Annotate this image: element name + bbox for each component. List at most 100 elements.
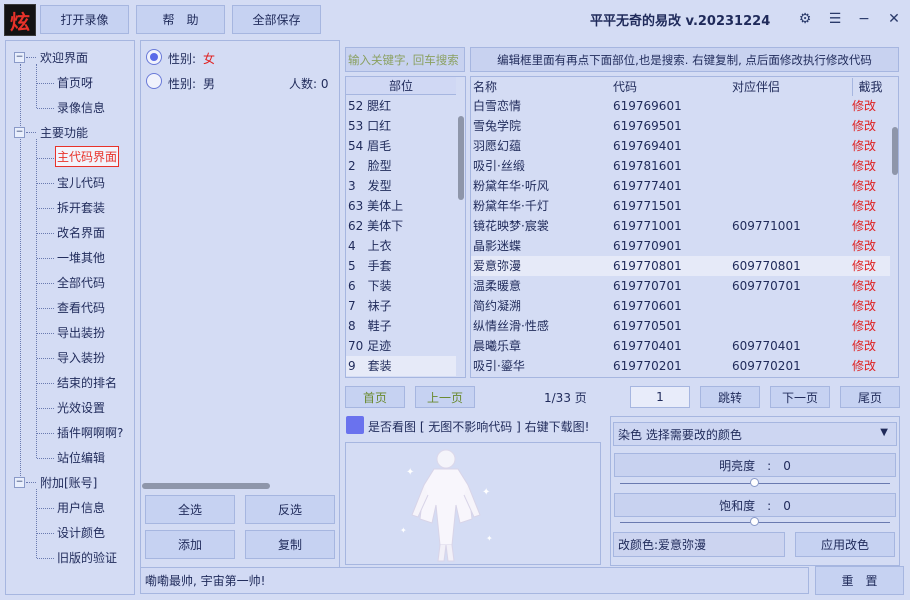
cell-action-modify[interactable]: 修改: [852, 356, 876, 376]
tree-line-g2: [36, 139, 37, 458]
cell-action-modify[interactable]: 修改: [852, 96, 876, 116]
tree-group-extra[interactable]: 附加[账号]: [40, 474, 97, 491]
parts-list-item[interactable]: 9 套装: [346, 356, 456, 376]
next-page-button[interactable]: 下一页: [770, 386, 830, 408]
tree-item-all-code[interactable]: 全部代码: [57, 274, 105, 291]
tree-item-light-effect[interactable]: 光效设置: [57, 399, 105, 416]
tree-item-user-info[interactable]: 用户信息: [57, 499, 105, 516]
settings-icon[interactable]: ⚙: [795, 8, 815, 30]
show-image-checkbox[interactable]: [346, 416, 364, 434]
tree-item-import[interactable]: 导入装扮: [57, 349, 105, 366]
tree-item-main-code[interactable]: 主代码界面: [55, 146, 120, 167]
parts-list-item[interactable]: 6 下装: [346, 276, 456, 296]
prev-page-button[interactable]: 上一页: [415, 386, 475, 408]
cell-name: 晶影迷蝶: [473, 239, 522, 253]
table-scrollbar[interactable]: [892, 127, 898, 175]
search-input[interactable]: 输入关键字, 回车搜索: [345, 47, 465, 72]
cell-name: 纵情丝滑·性感: [473, 319, 549, 333]
tree-toggle-welcome[interactable]: −: [14, 52, 25, 63]
outfit-preview-image[interactable]: ✦ ✦ ✦ ✦: [386, 445, 506, 563]
tree-item-position-edit[interactable]: 站位编辑: [57, 449, 105, 466]
cell-partner: 609770201: [732, 359, 801, 373]
cell-code: 619769601: [613, 99, 682, 113]
parts-list-item[interactable]: 8 鞋子: [346, 316, 456, 336]
tree-item-ranking[interactable]: 结束的排名: [57, 374, 117, 391]
parts-list-item[interactable]: 52 腮红: [346, 96, 456, 116]
parts-list-item[interactable]: 63 美体上: [346, 196, 456, 216]
parts-list-item[interactable]: 54 眉毛: [346, 136, 456, 156]
tree-item-home[interactable]: 首页呀: [57, 74, 93, 91]
page-input[interactable]: 1: [630, 386, 690, 408]
search-hint: 编辑框里面有再点下面部位,也是搜索. 右键复制, 点后面修改执行修改代码: [470, 47, 899, 72]
parts-list-item[interactable]: 62 美体下: [346, 216, 456, 236]
brightness-slider-knob[interactable]: [750, 478, 759, 487]
open-record-button[interactable]: 打开录像: [40, 5, 129, 34]
parts-list-item[interactable]: 3 发型: [346, 176, 456, 196]
cell-name: 爱意弥漫: [473, 259, 522, 273]
menu-icon[interactable]: ☰: [825, 8, 845, 30]
tree-connector: [37, 533, 54, 534]
jump-button[interactable]: 跳转: [700, 386, 760, 408]
select-all-button[interactable]: 全选: [145, 495, 235, 524]
tree-item-legacy-verify[interactable]: 旧版的验证: [57, 549, 117, 566]
add-button[interactable]: 添加: [145, 530, 235, 559]
apply-color-button[interactable]: 应用改色: [795, 532, 895, 557]
cell-action-modify[interactable]: 修改: [852, 136, 876, 156]
gender-male-radio[interactable]: [146, 73, 162, 89]
tree-line-g3: [36, 489, 37, 558]
tree-item-design-color[interactable]: 设计颜色: [57, 524, 105, 541]
help-button[interactable]: 帮 助: [136, 5, 225, 34]
cell-action-modify[interactable]: 修改: [852, 216, 876, 236]
svg-text:✦: ✦: [400, 526, 407, 535]
first-page-button[interactable]: 首页: [345, 386, 405, 408]
svg-text:✦: ✦: [406, 467, 414, 478]
cell-action-modify[interactable]: 修改: [852, 176, 876, 196]
reset-button[interactable]: 重 置: [815, 566, 904, 595]
parts-list-item[interactable]: 7 袜子: [346, 296, 456, 316]
preview-image-panel: ✦ ✦ ✦ ✦: [345, 442, 601, 565]
cell-action-modify[interactable]: 修改: [852, 336, 876, 356]
tree-item-export[interactable]: 导出装扮: [57, 324, 105, 341]
close-icon[interactable]: ✕: [884, 8, 904, 30]
character-hscrollbar[interactable]: [142, 483, 270, 489]
svg-text:✦: ✦: [482, 487, 490, 498]
tree-item-record-info[interactable]: 录像信息: [57, 99, 105, 116]
minimize-icon[interactable]: −: [854, 8, 874, 30]
color-select[interactable]: 染色 选择需要改的颜色 ▼: [613, 422, 897, 446]
saturation-slider-knob[interactable]: [750, 517, 759, 526]
parts-list-item[interactable]: 5 手套: [346, 256, 456, 276]
cell-action-modify[interactable]: 修改: [852, 196, 876, 216]
tree-toggle-main[interactable]: −: [14, 127, 25, 138]
invert-select-button[interactable]: 反选: [245, 495, 335, 524]
cell-action-modify[interactable]: 修改: [852, 236, 876, 256]
cell-action-modify[interactable]: 修改: [852, 116, 876, 136]
gender-female-radio[interactable]: [146, 49, 162, 65]
parts-list-item[interactable]: 2 脸型: [346, 156, 456, 176]
parts-list-item[interactable]: 70 足迹: [346, 336, 456, 356]
cell-name: 温柔暖意: [473, 279, 522, 293]
save-all-button[interactable]: 全部保存: [232, 5, 321, 34]
parts-scrollbar[interactable]: [458, 116, 464, 200]
tree-group-main[interactable]: 主要功能: [40, 124, 88, 141]
copy-button[interactable]: 复制: [245, 530, 335, 559]
tree-connector: [37, 458, 54, 459]
tree-item-rename[interactable]: 改名界面: [57, 224, 105, 241]
cell-action-modify[interactable]: 修改: [852, 156, 876, 176]
cell-action-modify[interactable]: 修改: [852, 316, 876, 336]
cell-action-modify[interactable]: 修改: [852, 256, 876, 276]
tree-connector: [37, 383, 54, 384]
cell-action-modify[interactable]: 修改: [852, 276, 876, 296]
saturation-label: 饱和度 : 0: [614, 493, 896, 517]
parts-list-item[interactable]: 4 上衣: [346, 236, 456, 256]
tree-item-view-code[interactable]: 查看代码: [57, 299, 105, 316]
tree-item-plugins[interactable]: 插件啊啊啊?: [57, 424, 123, 441]
tree-item-baby-code[interactable]: 宝儿代码: [57, 174, 105, 191]
tree-item-split-set[interactable]: 拆开套装: [57, 199, 105, 216]
cell-code: 619770801: [613, 259, 682, 273]
last-page-button[interactable]: 尾页: [840, 386, 900, 408]
tree-item-others[interactable]: 一堆其他: [57, 249, 105, 266]
tree-toggle-extra[interactable]: −: [14, 477, 25, 488]
tree-group-welcome[interactable]: 欢迎界面: [40, 49, 88, 66]
parts-list-item[interactable]: 53 口红: [346, 116, 456, 136]
cell-action-modify[interactable]: 修改: [852, 296, 876, 316]
